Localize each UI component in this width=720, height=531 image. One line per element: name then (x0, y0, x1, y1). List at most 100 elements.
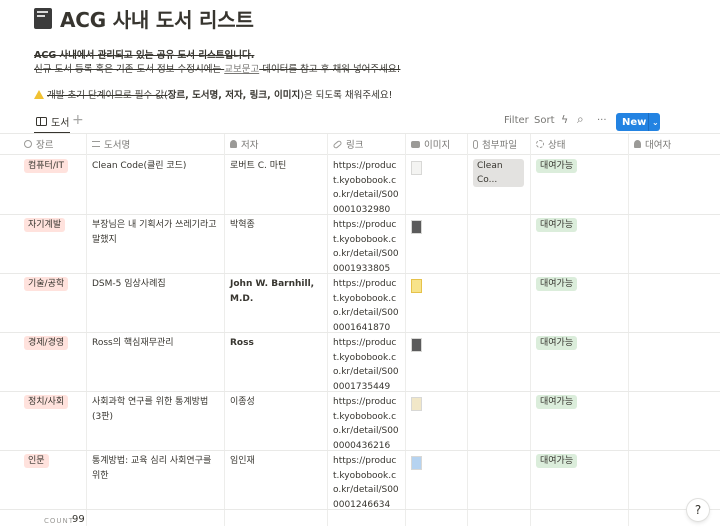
genre-cell[interactable]: 자기계발 (18, 214, 86, 273)
new-button[interactable]: New ⌄ (616, 113, 660, 131)
column-label: 저자 (241, 140, 259, 151)
column-header-title[interactable]: 도서명 (86, 134, 224, 154)
camera-icon (411, 140, 420, 148)
title-cell[interactable]: 사회과학 연구를 위한 통계방법 (3판) (86, 391, 224, 450)
status-cell[interactable]: 대여가능 (530, 155, 628, 214)
column-header-borrower[interactable]: 대여자 (628, 134, 720, 154)
attachment-cell[interactable] (467, 391, 530, 450)
image-cell[interactable] (405, 155, 467, 214)
image-cell[interactable] (405, 214, 467, 273)
person-icon (634, 140, 641, 148)
table-row[interactable]: 컴퓨터/IT Clean Code(클린 코드) 로버트 C. 마틴 https://… (0, 155, 720, 215)
attachment-cell[interactable] (467, 332, 530, 391)
author-cell[interactable]: 임인재 (224, 450, 327, 509)
title-cell[interactable]: Ross의 핵심재무관리 (86, 332, 224, 391)
new-button-label: New (622, 116, 647, 128)
link-cell[interactable]: https://product.kyobobook.co.kr/detail/S… (327, 155, 405, 214)
genre-cell[interactable]: 컴퓨터/IT (18, 155, 86, 214)
automation-icon[interactable]: ϟ (561, 113, 568, 126)
warning-icon (34, 90, 44, 99)
book-cover-thumbnail[interactable] (411, 456, 422, 470)
borrower-cell[interactable] (628, 332, 720, 391)
genre-cell[interactable]: 인문 (18, 450, 86, 509)
attachment-cell[interactable] (467, 273, 530, 332)
kyobo-link[interactable]: 교보문고 (224, 64, 259, 75)
description-line-3-required: 장르, 도서명, 저자, 링크, 이미지 (167, 90, 301, 101)
view-toolbar: 도서 + Filter Sort ϟ ⌕ ··· New ⌄ (0, 112, 720, 134)
borrower-cell[interactable] (628, 450, 720, 509)
borrower-cell[interactable] (628, 214, 720, 273)
status-badge: 대여가능 (536, 454, 578, 468)
genre-cell[interactable]: 기술/공학 (18, 273, 86, 332)
tab-label: 도서 (51, 118, 70, 129)
image-cell[interactable] (405, 273, 467, 332)
attachment-cell[interactable] (467, 214, 530, 273)
author-cell[interactable]: 박혁종 (224, 214, 327, 273)
status-cell[interactable]: 대여가능 (530, 273, 628, 332)
count-value: 99 (72, 514, 85, 525)
image-cell[interactable] (405, 332, 467, 391)
status-cell[interactable]: 대여가능 (530, 450, 628, 509)
help-button[interactable]: ? (687, 499, 709, 521)
borrower-cell[interactable] (628, 391, 720, 450)
attachment-cell[interactable]: Clean Co... (467, 155, 530, 214)
book-cover-thumbnail[interactable] (411, 338, 422, 352)
column-header-attachment[interactable]: 첨부파일 (467, 134, 530, 154)
book-cover-thumbnail[interactable] (411, 220, 422, 234)
attachment-cell[interactable] (467, 450, 530, 509)
table-icon (36, 117, 47, 126)
status-badge: 대여가능 (536, 277, 578, 291)
table-header: 장르 도서명 저자 링크 이미지 첨부파일 상태 대여자 (0, 134, 720, 155)
link-cell[interactable]: https://product.kyobobook.co.kr/detail/S… (327, 214, 405, 273)
author-cell[interactable]: John W. Barnhill, M.D. (224, 273, 327, 332)
image-cell[interactable] (405, 450, 467, 509)
sort-button[interactable]: Sort (534, 115, 555, 126)
table-row[interactable]: 자기계발 부장님은 내 기획서가 쓰레기라고 말했지 박혁종 https://prod… (0, 214, 720, 274)
column-header-status[interactable]: 상태 (530, 134, 628, 154)
text-icon (92, 141, 100, 147)
add-view-button[interactable]: + (72, 112, 84, 128)
title-cell[interactable]: 부장님은 내 기획서가 쓰레기라고 말했지 (86, 214, 224, 273)
table-row[interactable]: 경제/경영 Ross의 핵심재무관리 Ross https://product.kyo… (0, 332, 720, 392)
chevron-down-icon[interactable]: ⌄ (649, 118, 659, 127)
filter-button[interactable]: Filter (504, 115, 529, 126)
status-cell[interactable]: 대여가능 (530, 391, 628, 450)
column-header-image[interactable]: 이미지 (405, 134, 467, 154)
table-row[interactable]: 기술/공학 DSM-5 임상사례집 John W. Barnhill, M.D. ht… (0, 273, 720, 333)
image-cell[interactable] (405, 391, 467, 450)
tab-books[interactable]: 도서 (36, 114, 69, 129)
borrower-cell[interactable] (628, 273, 720, 332)
status-cell[interactable]: 대여가능 (530, 214, 628, 273)
genre-cell[interactable]: 정치/사회 (18, 391, 86, 450)
column-header-link[interactable]: 링크 (327, 134, 405, 154)
description-line-2: 신규 도서 등록 혹은 기존 도서 정보 수정시에는 교보문고 데이터를 참고 … (34, 61, 400, 75)
column-header-author[interactable]: 저자 (224, 134, 327, 154)
link-cell[interactable]: https://product.kyobobook.co.kr/detail/S… (327, 450, 405, 509)
author-cell[interactable]: 로버트 C. 마틴 (224, 155, 327, 214)
more-options-icon[interactable]: ··· (597, 115, 607, 126)
genre-cell[interactable]: 경제/경영 (18, 332, 86, 391)
book-cover-thumbnail[interactable] (411, 279, 422, 293)
title-cell[interactable]: DSM-5 임상사례집 (86, 273, 224, 332)
link-icon (332, 139, 343, 149)
status-cell[interactable]: 대여가능 (530, 332, 628, 391)
person-icon (230, 140, 237, 148)
search-icon[interactable]: ⌕ (577, 112, 584, 127)
link-cell[interactable]: https://product.kyobobook.co.kr/detail/S… (327, 391, 405, 450)
book-cover-thumbnail[interactable] (411, 397, 422, 411)
borrower-cell[interactable] (628, 155, 720, 214)
column-header-genre[interactable]: 장르 (18, 134, 86, 154)
table-row[interactable]: 정치/사회 사회과학 연구를 위한 통계방법 (3판) 이종성 https://pro… (0, 391, 720, 451)
title-cell[interactable]: Clean Code(클린 코드) (86, 155, 224, 214)
link-cell[interactable]: https://product.kyobobook.co.kr/detail/S… (327, 273, 405, 332)
link-cell[interactable]: https://product.kyobobook.co.kr/detail/S… (327, 332, 405, 391)
title-cell[interactable]: 통계방법: 교육 심리 사회연구를 위한 (86, 450, 224, 509)
attachment-chip[interactable]: Clean Co... (473, 159, 524, 187)
table-row[interactable]: 인문 통계방법: 교육 심리 사회연구를 위한 임인재 https://product… (0, 450, 720, 510)
author-cell[interactable]: 이종성 (224, 391, 327, 450)
author-cell[interactable]: Ross (224, 332, 327, 391)
select-icon (24, 140, 32, 148)
column-label: 대여자 (645, 140, 672, 151)
status-badge: 대여가능 (536, 336, 578, 350)
book-cover-thumbnail[interactable] (411, 161, 422, 175)
